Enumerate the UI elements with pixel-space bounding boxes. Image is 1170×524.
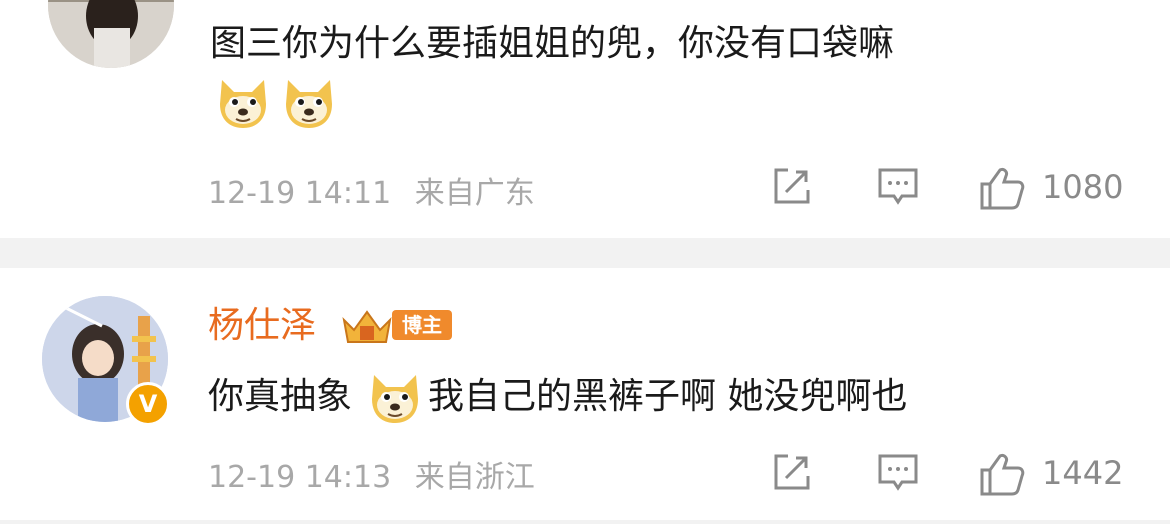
doge-emoji xyxy=(368,369,422,425)
share-button[interactable] xyxy=(770,166,814,210)
comment-icon xyxy=(878,454,918,491)
like-count: 1080 xyxy=(1042,168,1124,206)
comment-text: 你真抽象 我自己的黑裤子啊 她没兜啊也 xyxy=(208,369,908,425)
comment-time: 12-19 14:13 xyxy=(208,460,392,495)
verified-mark: V xyxy=(138,390,158,418)
comment-meta: 12-19 14:11 来自广东 xyxy=(208,168,535,212)
like-button[interactable] xyxy=(978,166,1026,214)
share-icon xyxy=(774,454,810,490)
bottom-divider xyxy=(0,520,1170,524)
doge-emoji xyxy=(282,74,336,130)
doge-emoji xyxy=(216,74,270,130)
verified-badge: V xyxy=(126,382,170,426)
comment-divider xyxy=(0,238,1170,268)
comment-1: 图三你为什么要插姐姐的兜，你没有口袋嘛 12-19 14:11 来自广东 108… xyxy=(0,0,1170,238)
avatar[interactable] xyxy=(48,0,174,68)
comment-2: V 杨仕泽 博主 你真抽象 我自己的黑裤子啊 她没兜啊也 12-19 14:13… xyxy=(0,268,1170,524)
reply-button[interactable] xyxy=(876,166,920,210)
comment-meta: 12-19 14:13 来自浙江 xyxy=(208,452,535,496)
username[interactable]: 杨仕泽 xyxy=(208,304,316,348)
comment-text-after: 我自己的黑裤子啊 她没兜啊也 xyxy=(428,376,908,417)
comment-text: 图三你为什么要插姐姐的兜，你没有口袋嘛 xyxy=(210,23,895,64)
like-icon xyxy=(980,168,1025,210)
vip-crown-icon xyxy=(340,306,394,350)
comment-time: 12-19 14:11 xyxy=(208,176,392,211)
share-button[interactable] xyxy=(770,452,814,496)
like-button[interactable] xyxy=(978,452,1026,500)
comment-location: 来自广东 xyxy=(414,176,535,211)
comment-text-before: 你真抽象 xyxy=(208,376,353,417)
comment-location: 来自浙江 xyxy=(414,460,535,495)
reply-button[interactable] xyxy=(876,452,920,496)
like-icon xyxy=(980,454,1025,496)
share-icon xyxy=(774,168,810,204)
blogger-badge: 博主 xyxy=(392,310,452,340)
like-count: 1442 xyxy=(1042,454,1124,492)
comment-icon xyxy=(878,168,918,205)
emoji-row xyxy=(216,74,336,130)
